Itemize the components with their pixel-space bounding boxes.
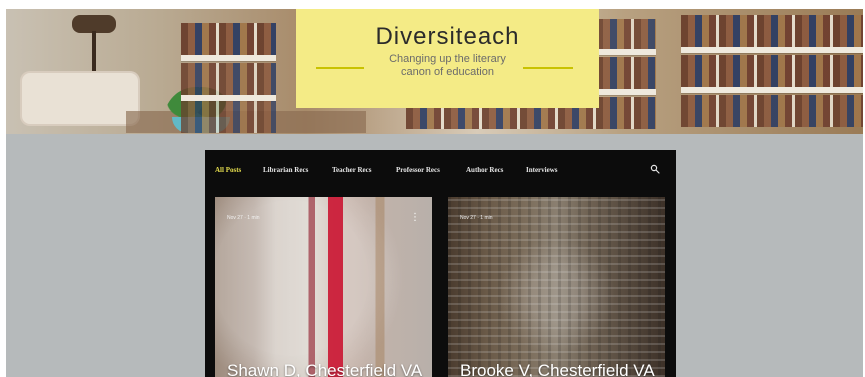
site-banner: Diversiteach Changing up the literary ca… <box>296 9 599 108</box>
search-icon[interactable] <box>650 164 660 174</box>
more-vertical-icon[interactable]: ⋮ <box>410 213 420 223</box>
site-subtitle-line-1: Changing up the literary <box>389 53 506 65</box>
category-nav: All Posts Librarian Recs Teacher Recs Pr… <box>205 150 676 188</box>
site-title[interactable]: Diversiteach <box>296 23 599 51</box>
post-card[interactable]: Nov 27 · 1 min Brooke V, Chesterfield VA <box>448 197 665 377</box>
armchair <box>20 71 140 126</box>
nav-librarian-recs[interactable]: Librarian Recs <box>263 166 308 174</box>
site-subtitle: Changing up the literary canon of educat… <box>296 53 599 79</box>
bookshelf-right <box>681 9 863 134</box>
hero-header-image: Diversiteach Changing up the literary ca… <box>6 9 863 134</box>
post-meta: Nov 27 · 1 min <box>460 215 493 221</box>
blog-feed: All Posts Librarian Recs Teacher Recs Pr… <box>205 150 676 377</box>
bookshelf-left <box>181 9 276 134</box>
nav-professor-recs[interactable]: Professor Recs <box>396 166 440 174</box>
post-title[interactable]: Shawn D, Chesterfield VA <box>227 362 427 377</box>
nav-author-recs[interactable]: Author Recs <box>466 166 503 174</box>
nav-all-posts[interactable]: All Posts <box>215 166 241 174</box>
nav-interviews[interactable]: Interviews <box>526 166 558 174</box>
post-title[interactable]: Brooke V, Chesterfield VA <box>460 362 660 377</box>
nav-teacher-recs[interactable]: Teacher Recs <box>332 166 371 174</box>
post-card[interactable]: Nov 27 · 1 min ⋮ Shawn D, Chesterfield V… <box>215 197 432 377</box>
site-subtitle-line-2: canon of education <box>401 66 494 78</box>
post-meta: Nov 27 · 1 min <box>227 215 260 221</box>
